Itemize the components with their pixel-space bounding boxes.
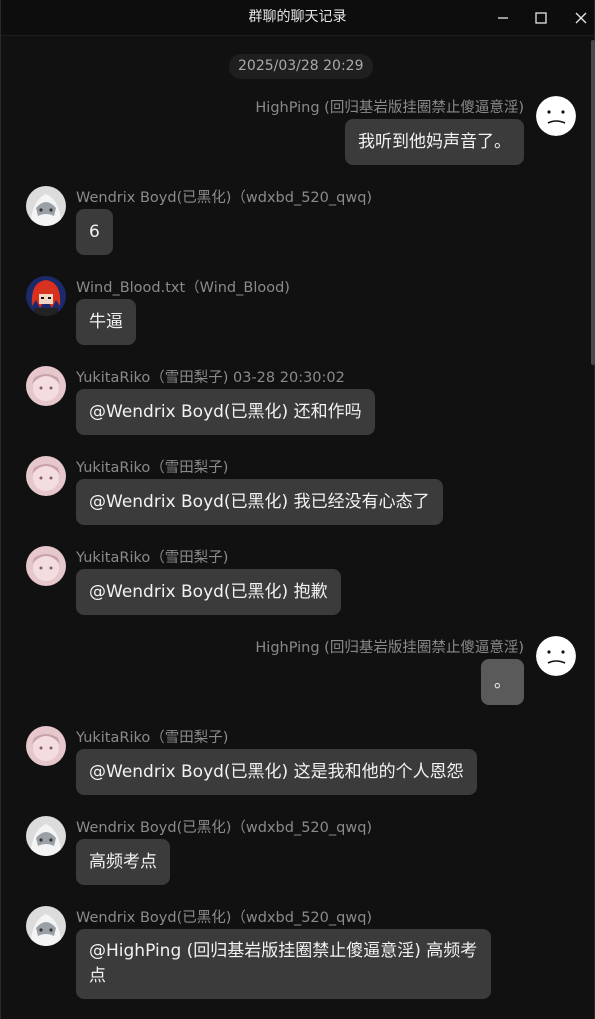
chat-history-window: 群聊的聊天记录 2025/03/28 20:29 HighPing (回归基岩版…: [0, 0, 595, 1019]
sender-name: Wind_Blood.txt（Wind_Blood): [76, 280, 290, 296]
sender-name: Wendrix Boyd(已黑化)（wdxbd_520_qwq): [76, 190, 373, 206]
white-hair-avatar[interactable]: [26, 816, 66, 856]
face-icon[interactable]: [536, 636, 576, 676]
red-hair-avatar[interactable]: [26, 276, 66, 316]
message-bubble[interactable]: 。: [481, 659, 524, 705]
sender-name: YukitaRiko（雪田梨子): [76, 460, 229, 476]
message-bubble[interactable]: @Wendrix Boyd(已黑化) 还和作吗: [76, 389, 375, 435]
scrollbar-thumb[interactable]: [591, 40, 595, 365]
message-bubble[interactable]: @Wendrix Boyd(已黑化) 抱歉: [76, 569, 341, 615]
pink-avatar[interactable]: [26, 366, 66, 406]
message-bubble[interactable]: 6: [76, 209, 113, 255]
message-bubble[interactable]: 高频考点: [76, 839, 170, 885]
sender-name: Wendrix Boyd(已黑化)（wdxbd_520_qwq): [76, 820, 373, 836]
pink-avatar[interactable]: [26, 546, 66, 586]
sender-name: Wendrix Boyd(已黑化)（wdxbd_520_qwq): [76, 910, 373, 926]
sender-name: YukitaRiko（雪田梨子) 03-28 20:30:02: [76, 370, 345, 386]
message-bubble[interactable]: @Wendrix Boyd(已黑化) 这是我和他的个人恩怨: [76, 749, 477, 795]
message-bubble[interactable]: @Wendrix Boyd(已黑化) 我已经没有心态了: [76, 479, 443, 525]
face-icon[interactable]: [536, 96, 576, 136]
maximize-button[interactable]: [521, 0, 561, 35]
message-bubble[interactable]: 牛逼: [76, 299, 136, 345]
sender-name: YukitaRiko（雪田梨子): [76, 550, 229, 566]
white-hair-avatar[interactable]: [26, 186, 66, 226]
close-button[interactable]: [561, 0, 595, 35]
minimize-button[interactable]: [483, 0, 523, 35]
sender-name: HighPing (回归基岩版挂圈禁止傻逼意淫): [255, 100, 524, 116]
sender-name: HighPing (回归基岩版挂圈禁止傻逼意淫): [255, 640, 524, 656]
close-icon: [575, 12, 587, 23]
title-bar[interactable]: 群聊的聊天记录: [1, 0, 594, 36]
sender-name: YukitaRiko（雪田梨子): [76, 730, 229, 746]
white-hair-avatar[interactable]: [26, 906, 66, 946]
message-bubble[interactable]: @HighPing (回归基岩版挂圈禁止傻逼意淫) 高频考点: [76, 929, 491, 999]
date-separator: 2025/03/28 20:29: [229, 54, 373, 79]
message-bubble[interactable]: 我听到他妈声音了。: [345, 119, 524, 165]
minimize-icon: [498, 16, 508, 19]
pink-avatar[interactable]: [26, 726, 66, 766]
pink-avatar[interactable]: [26, 456, 66, 496]
maximize-icon: [535, 11, 547, 24]
